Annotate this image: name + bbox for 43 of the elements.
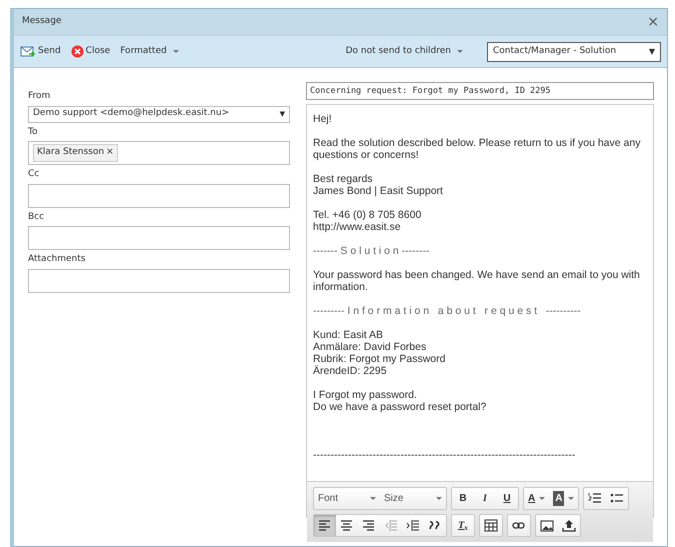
send-button[interactable]: Send [20,44,61,58]
size-dropdown[interactable]: Size [380,488,446,509]
envelope-icon [20,46,36,58]
align-left-icon [318,519,332,532]
subject-field[interactable]: Concerning request: Forgot my Password, ID 2295 [306,82,654,100]
format-dropdown[interactable]: Formatted [120,44,179,58]
children-dropdown[interactable]: Do not send to children [346,44,463,58]
bold-button[interactable]: B [452,488,474,509]
upload-icon [562,519,576,532]
align-center-icon [340,519,354,532]
align-left-button[interactable] [314,515,336,536]
field-label: Cc [28,168,40,181]
align-right-icon [362,519,376,532]
template-select[interactable]: Contact/Manager - Solution ▼ [487,42,661,62]
field-label: Bcc [28,210,46,224]
attachments-field[interactable] [28,268,290,292]
indent-icon [406,519,420,532]
font-dropdown[interactable]: Font [314,488,380,509]
italic-button[interactable]: I [474,488,496,509]
close-icon [70,45,84,58]
table-icon [484,519,498,532]
clear-format-button[interactable]: T$_{x}$ [452,515,474,536]
dropdown-icon: ▼ [648,46,655,58]
numbered-list-icon [588,492,602,505]
remove-icon[interactable]: × [106,146,114,160]
image-icon [540,519,554,532]
bcc-field[interactable] [28,226,290,250]
field-label: To [28,126,38,138]
close-button[interactable]: × [647,12,659,32]
text-color-button[interactable]: A [524,488,550,509]
cc-field[interactable] [28,184,290,208]
recipient-field[interactable]: Klara Stensson × [28,141,290,165]
close-button[interactable]: Close [70,44,110,58]
field-label: Attachments [28,253,86,266]
background-color-button[interactable]: A [549,488,578,509]
window-title: Message [22,15,62,28]
quote-icon [428,519,442,532]
outdent-icon [384,519,398,532]
recipient-name: Klara Stensson [37,146,104,160]
bulleted-list-icon [610,492,624,505]
field-label: From [28,90,52,103]
message-body[interactable]: Hej! Read the solution described below. Please return to us if you have any questions or concerns! Best regards James Bond | Easit Support Tel. +46 (0) 8 705 8600 http://www.easit.se ------- S o l u t i o n -------- Your password has been changed. We have send an email to you with information. --------- I n f o r m a t i o n a b o u t r e q u e s t ---------- Kund: Easit AB Anmälare: David Forbes Rubrik: Forgot my Password ÄrendeID: 2295 I Forgot my password. Do we have a password reset portal? --------------------------------------------------------------------------- [307,105,653,481]
underline-button[interactable]: U [496,488,518,509]
